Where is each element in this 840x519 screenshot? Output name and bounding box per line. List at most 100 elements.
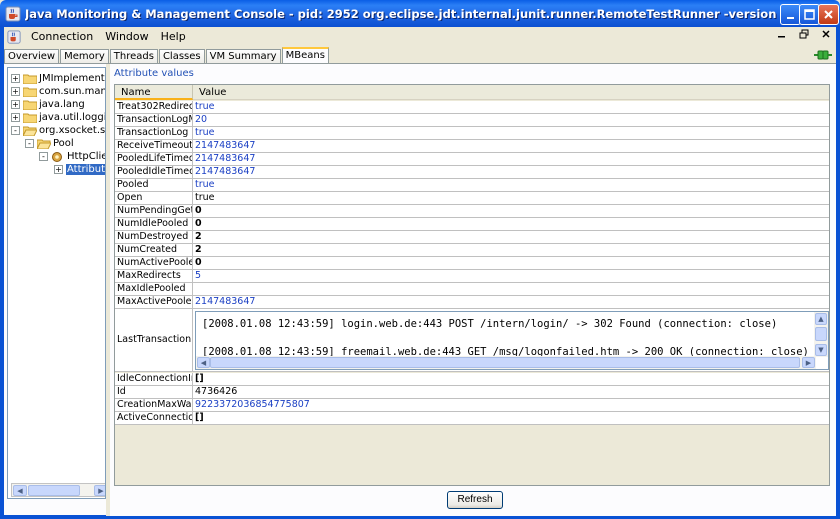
expand-icon[interactable]: + [11,87,20,96]
maximize-button[interactable] [799,4,820,25]
log-vertical-scrollbar[interactable]: ▲ ▼ [814,312,828,357]
tree-node-com-sun-management[interactable]: + com.sun.management [11,85,105,98]
scroll-thumb[interactable] [28,485,80,496]
attribute-name: ReceiveTimeout... [117,140,193,152]
minimize-button[interactable] [780,4,801,25]
table-row[interactable]: NumCreated 2 [115,244,829,257]
tree-node-org-xsocket-stream[interactable]: - org.xsocket.stream [11,124,105,137]
tab-strip: Overview Memory Threads Classes VM Summa… [4,47,836,64]
folder-icon [23,100,37,110]
attribute-value[interactable]: 2147483647 [195,153,255,165]
tab-vm-summary[interactable]: VM Summary [205,49,281,64]
table-row[interactable]: MaxRedirects 5 [115,270,829,283]
expand-icon[interactable]: + [11,113,20,122]
table-row[interactable]: NumDestroyed 2 [115,231,829,244]
expand-icon[interactable]: + [54,165,63,174]
refresh-button[interactable]: Refresh [447,491,503,509]
folder-open-icon [23,126,37,136]
tree-node-jmimplementation[interactable]: + JMImplementation [11,72,105,85]
attribute-value[interactable]: 2147483647 [195,296,255,308]
attribute-value: 0 [195,205,202,216]
inner-close-button[interactable] [818,29,834,44]
scroll-thumb[interactable] [210,357,800,368]
attribute-value[interactable]: true [195,127,215,139]
mbeans-panel: + JMImplementation + com.sun.management … [4,63,836,516]
collapse-icon[interactable]: - [11,126,20,135]
collapse-icon[interactable]: - [25,139,34,148]
inner-minimize-button[interactable] [774,29,790,44]
attribute-name: NumIdlePooled [115,218,193,230]
table-row-last-transaction[interactable]: LastTransactionI... [2008.01.08 12:43:59… [115,309,829,372]
table-row[interactable]: Id 4736426 [115,386,829,399]
tab-mbeans[interactable]: MBeans [281,47,329,64]
table-row[interactable]: PooledIdleTimeo... 2147483647 [115,166,829,179]
tab-classes[interactable]: Classes [158,49,205,64]
attribute-value[interactable]: 2147483647 [195,140,255,152]
attribute-name: TransactionLogM... [115,114,193,126]
tree-node-label: JMImplementation [39,73,105,84]
expand-icon[interactable]: + [11,100,20,109]
attribute-value[interactable]: true [195,101,215,113]
attribute-values-panel: Attribute values Name Value Treat302Redi… [110,64,836,516]
attribute-value[interactable]: 20 [195,114,207,126]
attribute-value[interactable]: [] [195,373,204,385]
scroll-up-arrow-icon[interactable]: ▲ [815,313,827,325]
table-row[interactable]: Open true [115,192,829,205]
expand-icon[interactable]: + [11,74,20,83]
table-row[interactable]: Pooled true [115,179,829,192]
attribute-value[interactable]: [] [195,412,204,424]
tab-threads[interactable]: Threads [109,49,158,64]
table-row[interactable]: PooledLifeTimeo... 2147483647 [115,153,829,166]
menu-connection[interactable]: Connection [25,30,99,43]
table-row[interactable]: CreationMaxWai... 9223372036854775807 [115,399,829,412]
table-row[interactable]: NumActivePooled 0 [115,257,829,270]
tab-memory[interactable]: Memory [60,49,109,64]
attribute-value[interactable]: 2147483647 [195,166,255,178]
table-row[interactable]: TransactionLogM... 20 [115,114,829,127]
column-header-value[interactable]: Value [193,85,829,100]
table-row[interactable]: ReceiveTimeout... 2147483647 [115,140,829,153]
title-bar[interactable]: Java Monitoring & Management Console - p… [0,0,840,27]
scroll-left-arrow-icon[interactable]: ◀ [197,357,210,368]
table-row[interactable]: TransactionLog true [115,127,829,140]
scroll-down-arrow-icon[interactable]: ▼ [815,344,827,356]
menu-help[interactable]: Help [155,30,192,43]
attribute-value[interactable]: 5 [195,270,201,282]
tree-node-attributes[interactable]: + Attributes [54,163,105,176]
tree-horizontal-scrollbar[interactable]: ◀ ▶ [11,483,105,497]
scroll-left-arrow-icon[interactable]: ◀ [13,485,27,496]
tab-overview[interactable]: Overview [4,49,60,64]
attribute-name: NumCreated [115,244,193,256]
table-row[interactable]: Treat302Redirec... true [115,101,829,114]
tree-node-pool[interactable]: - Pool [25,137,74,150]
tree-node-java-util-logging[interactable]: + java.util.logging [11,111,105,124]
table-header: Name Value [115,85,829,100]
table-row[interactable]: IdleConnectionIn... [] [115,373,829,386]
inner-restore-button[interactable] [796,29,812,44]
scroll-right-arrow-icon[interactable]: ▶ [802,357,815,368]
attribute-name: Pooled [115,179,193,191]
scroll-thumb[interactable] [815,327,827,341]
transaction-log-textarea[interactable]: [2008.01.08 12:43:59] login.web.de:443 P… [195,311,829,370]
column-header-name[interactable]: Name [115,85,193,100]
connection-status-icon[interactable] [814,48,832,62]
attribute-value[interactable]: true [195,179,215,191]
table-row[interactable]: MaxIdlePooled [115,283,829,296]
table-row[interactable]: NumPendingGet 0 [115,205,829,218]
tree-node-label: Attributes [66,164,105,175]
collapse-icon[interactable]: - [39,152,48,161]
table-row[interactable]: ActiveConnectio... [] [115,412,829,425]
tree-node-java-lang[interactable]: + java.lang [11,98,85,111]
log-horizontal-scrollbar[interactable]: ◀ ▶ [196,356,816,369]
table-row[interactable]: NumIdlePooled 0 [115,218,829,231]
attribute-value[interactable]: 9223372036854775807 [195,399,310,411]
table-row[interactable]: MaxActivePooled 2147483647 [115,296,829,309]
tree-node-httpclient[interactable]: - HttpClient [39,150,105,163]
java-cup-icon [5,6,21,21]
folder-icon [23,87,37,97]
scroll-right-arrow-icon[interactable]: ▶ [94,485,105,496]
attribute-value: 0 [195,257,202,268]
java-cup-icon[interactable] [7,29,21,44]
menu-window[interactable]: Window [99,30,154,43]
close-button[interactable] [818,4,839,25]
